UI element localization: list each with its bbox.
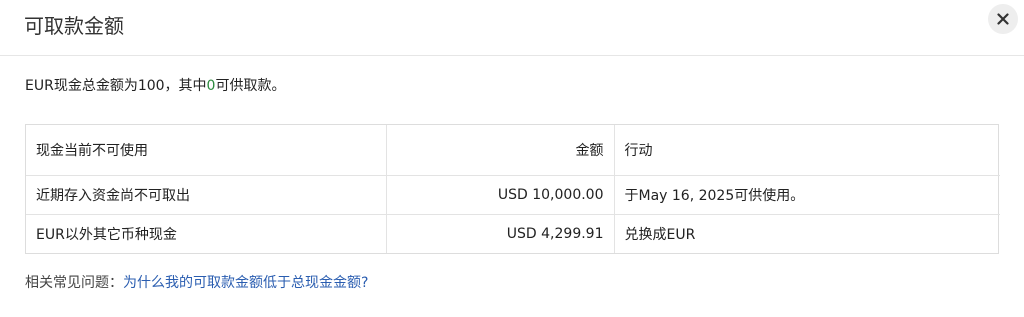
row-action: 于May 16, 2025可供使用。 bbox=[624, 187, 805, 204]
faq-label: 相关常见问题： bbox=[25, 275, 123, 291]
header-reason: 现金当前不可使用 bbox=[26, 125, 387, 175]
dialog-title: 可取款金额 bbox=[24, 14, 124, 38]
summary-suffix: 可供取款。 bbox=[215, 78, 286, 94]
row-reason: EUR以外其它币种现金 bbox=[26, 214, 387, 253]
row-amount: USD 10,000.00 bbox=[386, 175, 615, 214]
row-action: 兑换成EUR bbox=[624, 226, 696, 243]
related-faq: 相关常见问题：为什么我的可取款金额低于总现金金额? bbox=[25, 273, 368, 293]
table-header-row: 现金当前不可使用 金额 行动 bbox=[26, 125, 1000, 175]
close-icon bbox=[997, 13, 1009, 25]
header-action: 行动 bbox=[624, 142, 653, 159]
unavailable-cash-table: 现金当前不可使用 金额 行动 近期存入资金尚不可取出 USD 10,000.00… bbox=[25, 124, 1000, 254]
table-row: EUR以外其它币种现金 USD 4,299.91 兑换成EUR bbox=[26, 214, 1000, 253]
withdrawable-amount-dialog: 可取款金额 EUR现金总金额为100，其中0可供取款。 现金当前不可使用 金额 … bbox=[0, 0, 1024, 317]
summary-prefix: EUR现金总金额为100，其中 bbox=[25, 78, 207, 94]
close-button[interactable] bbox=[988, 4, 1018, 34]
cash-summary-text: EUR现金总金额为100，其中0可供取款。 bbox=[25, 76, 285, 96]
faq-link[interactable]: 为什么我的可取款金额低于总现金金额? bbox=[123, 275, 368, 291]
row-amount: USD 4,299.91 bbox=[386, 214, 615, 253]
header-amount: 金额 bbox=[386, 125, 615, 175]
table-row: 近期存入资金尚不可取出 USD 10,000.00 于May 16, 2025可… bbox=[26, 175, 1000, 214]
row-reason: 近期存入资金尚不可取出 bbox=[26, 175, 387, 214]
dialog-header: 可取款金额 bbox=[0, 0, 1024, 56]
